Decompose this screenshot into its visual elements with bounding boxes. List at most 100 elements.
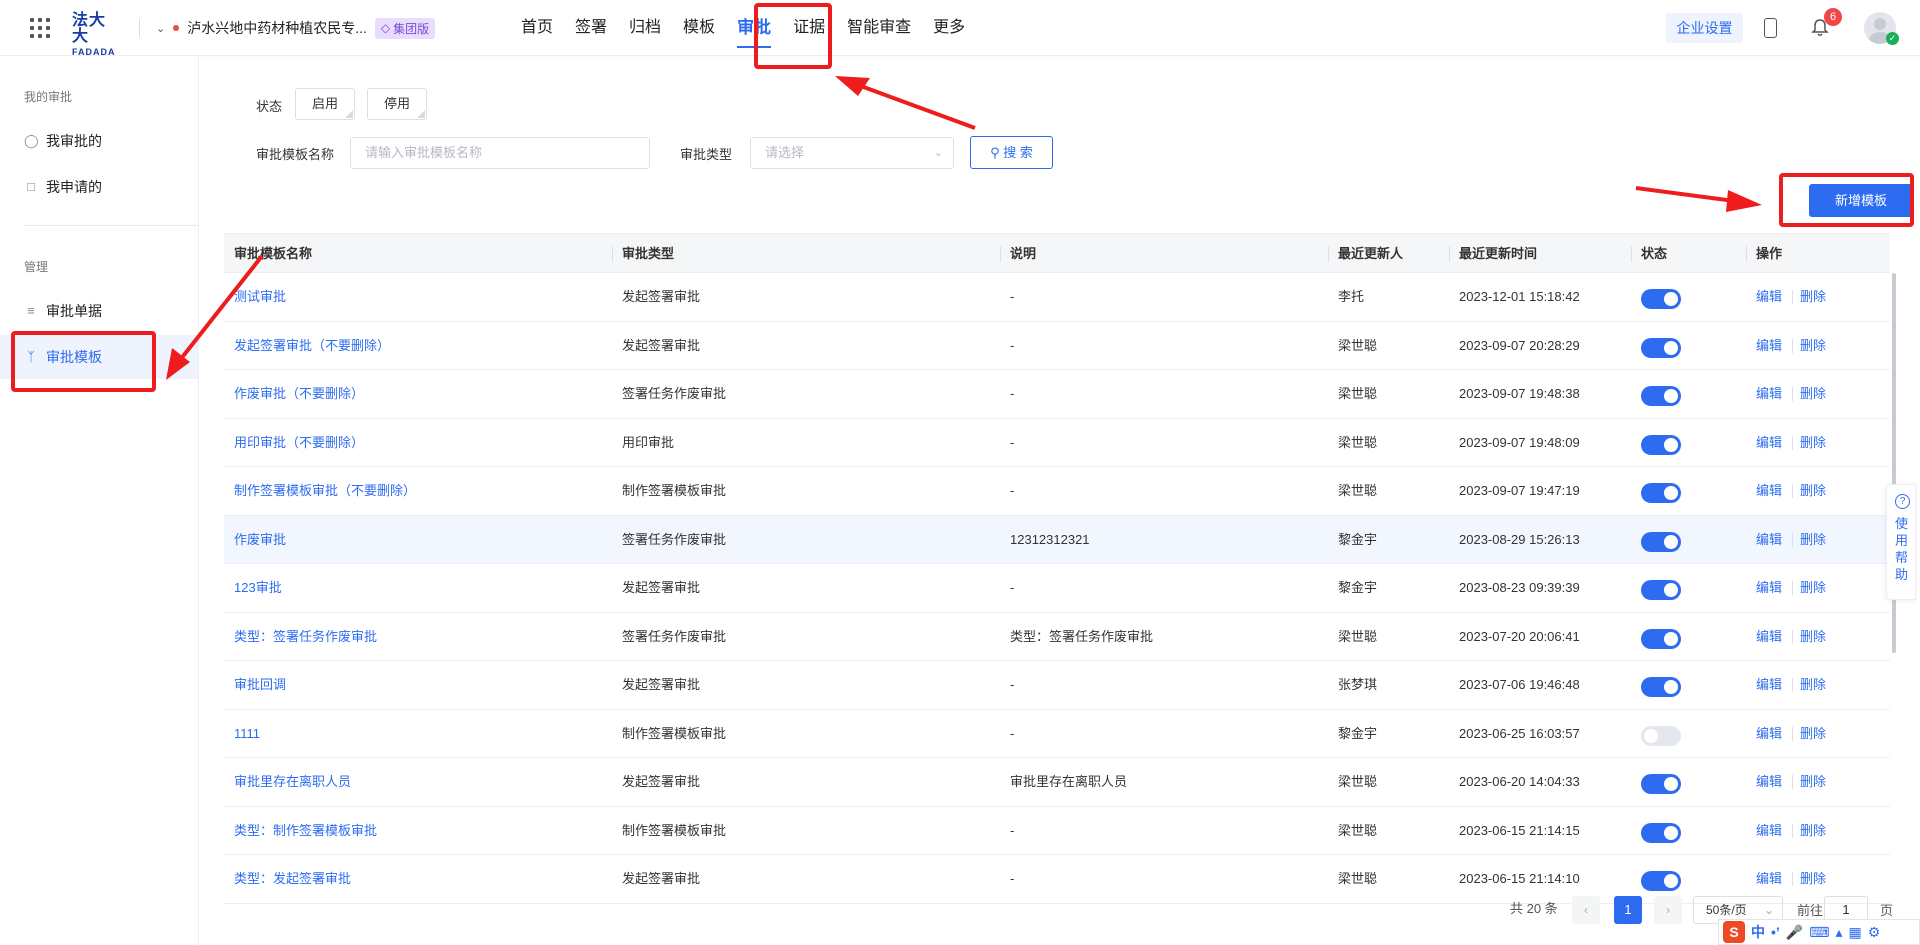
edit-link[interactable]: 编辑 [1756, 419, 1782, 467]
nav-smart-review[interactable]: 智能审查 [836, 0, 922, 56]
edit-link[interactable]: 编辑 [1756, 273, 1782, 321]
gear-icon[interactable]: ⚙ [1868, 924, 1881, 941]
action-divider [1792, 823, 1793, 838]
delete-link[interactable]: 删除 [1800, 710, 1826, 758]
ime-toolbar[interactable]: S 中 •’ 🎤 ⌨ ▴ ▦ ⚙ [1718, 919, 1920, 945]
status-toggle[interactable] [1641, 337, 1681, 358]
punctuation-icon[interactable]: •’ [1771, 924, 1780, 940]
status-toggle[interactable] [1641, 386, 1681, 406]
cell-name[interactable]: 作废审批 [224, 516, 286, 564]
edit-link[interactable]: 编辑 [1756, 564, 1782, 612]
microphone-icon[interactable]: 🎤 [1786, 924, 1803, 941]
edit-link[interactable]: 编辑 [1756, 807, 1782, 855]
cell-name[interactable]: 类型：发起签署审批 [224, 855, 351, 903]
approval-type-select[interactable]: 请选择 ⌄ [750, 137, 954, 169]
cell-name[interactable]: 作废审批（不要删除） [224, 370, 364, 418]
delete-link[interactable]: 删除 [1800, 613, 1826, 661]
edit-link[interactable]: 编辑 [1756, 758, 1782, 806]
cell-name[interactable]: 用印审批（不要删除） [224, 419, 364, 467]
page-number[interactable]: 1 [1614, 896, 1642, 924]
table-row[interactable]: 1111 制作签署模板审批 - 黎金宇 2023-06-25 16:03:57 编辑 删除 [224, 710, 1890, 758]
cell-name[interactable]: 制作签署模板审批（不要删除） [224, 467, 416, 515]
help-float-button[interactable]: ? 使用帮助 [1886, 484, 1916, 600]
table-row[interactable]: 发起签署审批（不要删除） 发起签署审批 - 梁世聪 2023-09-07 20:28:2… [224, 322, 1890, 370]
col-desc: 说明 [1000, 234, 1036, 274]
sidebar-item-approved-by-me[interactable]: ◯ 我审批的 [0, 119, 198, 163]
cell-name[interactable]: 审批里存在离职人员 [224, 758, 351, 806]
table-row[interactable]: 制作签署模板审批（不要删除） 制作签署模板审批 - 梁世聪 2023-09-07 19:… [224, 467, 1890, 516]
sidebar-item-applied-by-me[interactable]: □ 我申请的 [0, 165, 198, 209]
status-disabled-button[interactable]: 停用 [367, 88, 427, 120]
search-button[interactable]: ⚲ 搜 索 [970, 136, 1053, 169]
nav-more[interactable]: 更多 [922, 0, 976, 56]
status-toggle[interactable] [1641, 580, 1681, 600]
status-toggle[interactable] [1641, 774, 1681, 794]
status-toggle[interactable] [1641, 628, 1681, 649]
table-row[interactable]: 类型：制作签署模板审批 制作签署模板审批 - 梁世聪 2023-06-15 21:14:… [224, 807, 1890, 855]
delete-link[interactable]: 删除 [1800, 807, 1826, 855]
table-row[interactable]: 用印审批（不要删除） 用印审批 - 梁世聪 2023-09-07 19:48:09 编辑删… [224, 419, 1890, 467]
table-row[interactable]: 审批里存在离职人员 发起签署审批 审批里存在离职人员 梁世聪 2023-06-20 14… [224, 758, 1890, 807]
cell-updater: 黎金宇 [1338, 725, 1378, 741]
status-toggle[interactable] [1641, 434, 1681, 455]
app-grid-icon[interactable] [30, 18, 50, 38]
delete-link[interactable]: 删除 [1800, 516, 1826, 564]
table-row[interactable]: 作废审批（不要删除） 签署任务作废审批 - 梁世聪 2023-09-07 19:48:3… [224, 370, 1890, 419]
delete-link[interactable]: 删除 [1800, 467, 1826, 515]
cell-name[interactable]: 审批回调 [224, 661, 286, 709]
table-row[interactable]: 123审批 发起签署审批 - 黎金宇 2023-08-23 09:39:39 编辑 删除 [224, 564, 1890, 613]
edit-link[interactable]: 编辑 [1756, 467, 1782, 515]
company-switcher[interactable]: ⌄ 泸水兴地中药材种植农民专... ◇ 集团版 [156, 17, 436, 39]
delete-link[interactable]: 删除 [1800, 661, 1826, 709]
delete-link[interactable]: 删除 [1800, 273, 1826, 321]
template-name-input[interactable]: 请输入审批模板名称 [350, 137, 650, 169]
table-row[interactable]: 作废审批 签署任务作废审批 12312312321 黎金宇 2023-08-29 15:… [224, 515, 1890, 564]
delete-link[interactable]: 删除 [1800, 855, 1826, 903]
status-toggle[interactable] [1641, 677, 1681, 697]
status-toggle[interactable] [1641, 871, 1681, 891]
edit-link[interactable]: 编辑 [1756, 661, 1782, 709]
delete-link[interactable]: 删除 [1800, 419, 1826, 467]
status-toggle[interactable] [1641, 289, 1681, 309]
edit-link[interactable]: 编辑 [1756, 710, 1782, 758]
cell-name[interactable]: 1111 [224, 710, 260, 758]
shirt-icon[interactable]: ▴ [1835, 924, 1842, 941]
template-table: 审批模板名称 审批类型 说明 最近更新人 最近更新时间 状态 操作 测试审批 发起… [224, 233, 1890, 916]
delete-link[interactable]: 删除 [1800, 564, 1826, 612]
mobile-icon[interactable] [1764, 18, 1777, 38]
cell-name[interactable]: 类型：签署任务作废审批 [224, 613, 377, 661]
enterprise-settings-button[interactable]: 企业设置 [1666, 13, 1743, 43]
status-toggle[interactable] [1641, 483, 1681, 503]
nav-home[interactable]: 首页 [510, 0, 564, 56]
ime-mode[interactable]: 中 [1751, 922, 1765, 942]
grid-icon[interactable]: ▦ [1848, 924, 1861, 941]
nav-archive[interactable]: 归档 [618, 0, 672, 56]
delete-link[interactable]: 删除 [1800, 370, 1826, 418]
sidebar-item-forms[interactable]: ≡ 审批单据 [0, 289, 198, 333]
nav-sign[interactable]: 签署 [564, 0, 618, 56]
status-toggle[interactable] [1641, 531, 1681, 552]
status-toggle[interactable] [1641, 725, 1681, 746]
next-page-button[interactable]: › [1654, 896, 1682, 924]
cell-name[interactable]: 123审批 [224, 564, 282, 612]
status-enabled-button[interactable]: 启用 [295, 88, 355, 120]
cell-name[interactable]: 测试审批 [224, 273, 286, 321]
edit-link[interactable]: 编辑 [1756, 322, 1782, 370]
edit-link[interactable]: 编辑 [1756, 370, 1782, 418]
table-row[interactable]: 类型：签署任务作废审批 签署任务作废审批 类型：签署任务作废审批 梁世聪 2023-07… [224, 613, 1890, 661]
prev-page-button[interactable]: ‹ [1572, 896, 1600, 924]
delete-link[interactable]: 删除 [1800, 758, 1826, 806]
keyboard-icon[interactable]: ⌨ [1809, 924, 1829, 941]
edit-link[interactable]: 编辑 [1756, 613, 1782, 661]
table-row[interactable]: 审批回调 发起签署审批 - 张梦琪 2023-07-06 19:46:48 编辑 删除 [224, 661, 1890, 710]
cell-name[interactable]: 类型：制作签署模板审批 [224, 807, 377, 855]
fadada-logo[interactable]: 法大大 FADADA [72, 13, 122, 57]
nav-template[interactable]: 模板 [672, 0, 726, 56]
cell-time: 2023-06-25 16:03:57 [1459, 725, 1580, 741]
action-divider [1792, 872, 1793, 886]
delete-link[interactable]: 删除 [1800, 322, 1826, 370]
cell-name[interactable]: 发起签署审批（不要删除） [224, 322, 390, 370]
edit-link[interactable]: 编辑 [1756, 516, 1782, 564]
table-row[interactable]: 测试审批 发起签署审批 - 李托 2023-12-01 15:18:42 编辑 删除 [224, 273, 1890, 322]
status-toggle[interactable] [1641, 822, 1681, 843]
